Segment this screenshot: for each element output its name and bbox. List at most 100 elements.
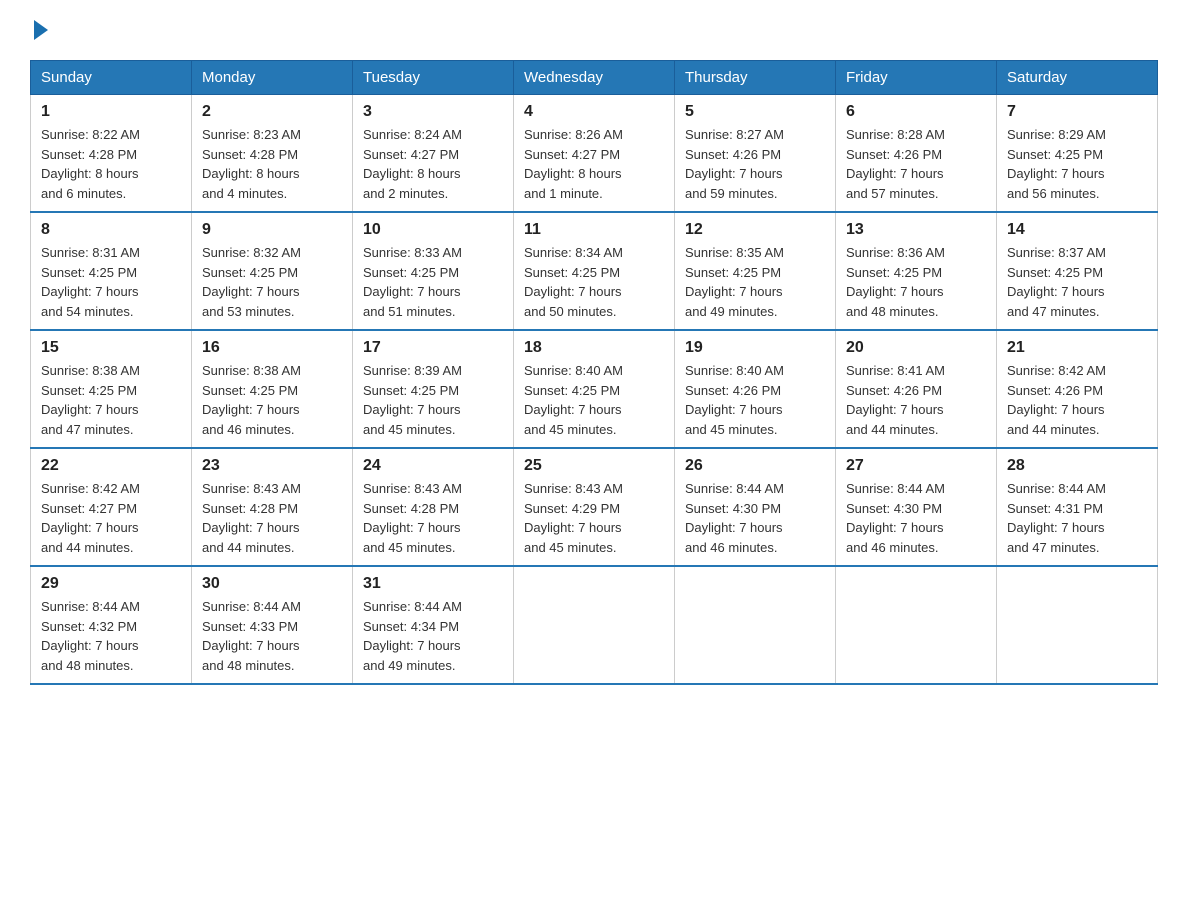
day-info: Sunrise: 8:44 AM Sunset: 4:31 PM Dayligh… [1007, 479, 1147, 557]
calendar-cell: 10 Sunrise: 8:33 AM Sunset: 4:25 PM Dayl… [353, 212, 514, 330]
day-info: Sunrise: 8:44 AM Sunset: 4:30 PM Dayligh… [685, 479, 825, 557]
day-info: Sunrise: 8:33 AM Sunset: 4:25 PM Dayligh… [363, 243, 503, 321]
day-number: 26 [685, 457, 825, 475]
calendar-cell: 4 Sunrise: 8:26 AM Sunset: 4:27 PM Dayli… [514, 95, 675, 213]
day-number: 4 [524, 103, 664, 121]
day-number: 6 [846, 103, 986, 121]
logo-blue [30, 20, 48, 40]
day-info: Sunrise: 8:27 AM Sunset: 4:26 PM Dayligh… [685, 125, 825, 203]
day-number: 30 [202, 575, 342, 593]
day-number: 19 [685, 339, 825, 357]
calendar-cell: 7 Sunrise: 8:29 AM Sunset: 4:25 PM Dayli… [997, 95, 1158, 213]
calendar-cell: 20 Sunrise: 8:41 AM Sunset: 4:26 PM Dayl… [836, 330, 997, 448]
calendar-cell: 26 Sunrise: 8:44 AM Sunset: 4:30 PM Dayl… [675, 448, 836, 566]
day-info: Sunrise: 8:43 AM Sunset: 4:28 PM Dayligh… [363, 479, 503, 557]
calendar-cell: 17 Sunrise: 8:39 AM Sunset: 4:25 PM Dayl… [353, 330, 514, 448]
calendar-cell: 14 Sunrise: 8:37 AM Sunset: 4:25 PM Dayl… [997, 212, 1158, 330]
day-number: 13 [846, 221, 986, 239]
day-number: 24 [363, 457, 503, 475]
calendar-cell: 2 Sunrise: 8:23 AM Sunset: 4:28 PM Dayli… [192, 95, 353, 213]
day-number: 11 [524, 221, 664, 239]
day-info: Sunrise: 8:31 AM Sunset: 4:25 PM Dayligh… [41, 243, 181, 321]
day-info: Sunrise: 8:38 AM Sunset: 4:25 PM Dayligh… [202, 361, 342, 439]
day-number: 10 [363, 221, 503, 239]
day-info: Sunrise: 8:22 AM Sunset: 4:28 PM Dayligh… [41, 125, 181, 203]
day-number: 5 [685, 103, 825, 121]
day-info: Sunrise: 8:41 AM Sunset: 4:26 PM Dayligh… [846, 361, 986, 439]
calendar-cell: 22 Sunrise: 8:42 AM Sunset: 4:27 PM Dayl… [31, 448, 192, 566]
day-info: Sunrise: 8:39 AM Sunset: 4:25 PM Dayligh… [363, 361, 503, 439]
calendar-cell: 8 Sunrise: 8:31 AM Sunset: 4:25 PM Dayli… [31, 212, 192, 330]
weekday-header-friday: Friday [836, 61, 997, 95]
calendar-cell: 12 Sunrise: 8:35 AM Sunset: 4:25 PM Dayl… [675, 212, 836, 330]
day-number: 23 [202, 457, 342, 475]
day-number: 25 [524, 457, 664, 475]
day-info: Sunrise: 8:44 AM Sunset: 4:32 PM Dayligh… [41, 597, 181, 675]
calendar-week-4: 22 Sunrise: 8:42 AM Sunset: 4:27 PM Dayl… [31, 448, 1158, 566]
day-number: 12 [685, 221, 825, 239]
calendar-cell: 15 Sunrise: 8:38 AM Sunset: 4:25 PM Dayl… [31, 330, 192, 448]
calendar-cell [675, 566, 836, 684]
calendar-week-1: 1 Sunrise: 8:22 AM Sunset: 4:28 PM Dayli… [31, 95, 1158, 213]
day-number: 31 [363, 575, 503, 593]
calendar-table: SundayMondayTuesdayWednesdayThursdayFrid… [30, 60, 1158, 685]
day-number: 22 [41, 457, 181, 475]
day-number: 8 [41, 221, 181, 239]
weekday-header-tuesday: Tuesday [353, 61, 514, 95]
calendar-cell: 1 Sunrise: 8:22 AM Sunset: 4:28 PM Dayli… [31, 95, 192, 213]
weekday-header-saturday: Saturday [997, 61, 1158, 95]
weekday-header-sunday: Sunday [31, 61, 192, 95]
calendar-cell: 21 Sunrise: 8:42 AM Sunset: 4:26 PM Dayl… [997, 330, 1158, 448]
day-info: Sunrise: 8:35 AM Sunset: 4:25 PM Dayligh… [685, 243, 825, 321]
calendar-cell: 25 Sunrise: 8:43 AM Sunset: 4:29 PM Dayl… [514, 448, 675, 566]
calendar-cell: 18 Sunrise: 8:40 AM Sunset: 4:25 PM Dayl… [514, 330, 675, 448]
day-info: Sunrise: 8:43 AM Sunset: 4:28 PM Dayligh… [202, 479, 342, 557]
day-number: 27 [846, 457, 986, 475]
calendar-cell: 27 Sunrise: 8:44 AM Sunset: 4:30 PM Dayl… [836, 448, 997, 566]
calendar-cell: 5 Sunrise: 8:27 AM Sunset: 4:26 PM Dayli… [675, 95, 836, 213]
day-info: Sunrise: 8:44 AM Sunset: 4:33 PM Dayligh… [202, 597, 342, 675]
page-header [30, 20, 1158, 40]
calendar-cell [997, 566, 1158, 684]
day-info: Sunrise: 8:40 AM Sunset: 4:26 PM Dayligh… [685, 361, 825, 439]
calendar-cell: 19 Sunrise: 8:40 AM Sunset: 4:26 PM Dayl… [675, 330, 836, 448]
day-info: Sunrise: 8:34 AM Sunset: 4:25 PM Dayligh… [524, 243, 664, 321]
day-info: Sunrise: 8:43 AM Sunset: 4:29 PM Dayligh… [524, 479, 664, 557]
calendar-cell: 29 Sunrise: 8:44 AM Sunset: 4:32 PM Dayl… [31, 566, 192, 684]
day-info: Sunrise: 8:36 AM Sunset: 4:25 PM Dayligh… [846, 243, 986, 321]
calendar-cell: 11 Sunrise: 8:34 AM Sunset: 4:25 PM Dayl… [514, 212, 675, 330]
day-number: 29 [41, 575, 181, 593]
day-number: 7 [1007, 103, 1147, 121]
day-number: 9 [202, 221, 342, 239]
day-number: 3 [363, 103, 503, 121]
calendar-cell: 3 Sunrise: 8:24 AM Sunset: 4:27 PM Dayli… [353, 95, 514, 213]
calendar-cell: 13 Sunrise: 8:36 AM Sunset: 4:25 PM Dayl… [836, 212, 997, 330]
day-info: Sunrise: 8:23 AM Sunset: 4:28 PM Dayligh… [202, 125, 342, 203]
calendar-cell: 16 Sunrise: 8:38 AM Sunset: 4:25 PM Dayl… [192, 330, 353, 448]
day-info: Sunrise: 8:38 AM Sunset: 4:25 PM Dayligh… [41, 361, 181, 439]
calendar-cell: 9 Sunrise: 8:32 AM Sunset: 4:25 PM Dayli… [192, 212, 353, 330]
calendar-cell: 28 Sunrise: 8:44 AM Sunset: 4:31 PM Dayl… [997, 448, 1158, 566]
day-number: 20 [846, 339, 986, 357]
calendar-cell: 6 Sunrise: 8:28 AM Sunset: 4:26 PM Dayli… [836, 95, 997, 213]
weekday-header-thursday: Thursday [675, 61, 836, 95]
calendar-cell: 30 Sunrise: 8:44 AM Sunset: 4:33 PM Dayl… [192, 566, 353, 684]
day-number: 17 [363, 339, 503, 357]
logo-arrow-icon [34, 20, 48, 40]
calendar-cell [836, 566, 997, 684]
day-number: 21 [1007, 339, 1147, 357]
day-info: Sunrise: 8:40 AM Sunset: 4:25 PM Dayligh… [524, 361, 664, 439]
day-number: 15 [41, 339, 181, 357]
day-info: Sunrise: 8:28 AM Sunset: 4:26 PM Dayligh… [846, 125, 986, 203]
day-number: 14 [1007, 221, 1147, 239]
day-number: 16 [202, 339, 342, 357]
day-info: Sunrise: 8:44 AM Sunset: 4:34 PM Dayligh… [363, 597, 503, 675]
day-number: 2 [202, 103, 342, 121]
calendar-week-3: 15 Sunrise: 8:38 AM Sunset: 4:25 PM Dayl… [31, 330, 1158, 448]
calendar-week-5: 29 Sunrise: 8:44 AM Sunset: 4:32 PM Dayl… [31, 566, 1158, 684]
weekday-header-row: SundayMondayTuesdayWednesdayThursdayFrid… [31, 61, 1158, 95]
calendar-cell: 23 Sunrise: 8:43 AM Sunset: 4:28 PM Dayl… [192, 448, 353, 566]
logo [30, 20, 48, 40]
day-info: Sunrise: 8:32 AM Sunset: 4:25 PM Dayligh… [202, 243, 342, 321]
calendar-cell [514, 566, 675, 684]
